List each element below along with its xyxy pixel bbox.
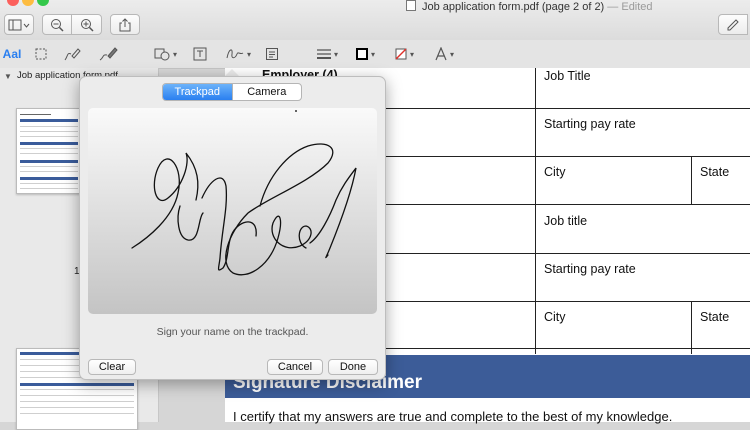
fill-color-tool[interactable]: ▾ — [391, 44, 417, 64]
state-label: State — [700, 165, 730, 179]
page-thumbnail-1[interactable] — [16, 108, 82, 194]
line-style-tool[interactable]: ▾ — [314, 44, 340, 64]
draw-tool[interactable] — [96, 44, 120, 64]
signature-hint: Sign your name on the trackpad. — [156, 326, 309, 338]
zoom-in-icon — [80, 18, 94, 32]
job-title-label: Job Title — [544, 69, 591, 83]
markup-toolbar: AaI ▾ ▾ ▾ ▾ ▾ ▾ — [0, 40, 750, 69]
form-column-divider — [691, 302, 692, 354]
starting-pay-label-2: Starting pay rate — [544, 262, 636, 276]
border-color-tool[interactable]: ▾ — [352, 44, 378, 64]
city-label-2: City — [544, 310, 566, 324]
zoom-window-button[interactable] — [37, 0, 49, 6]
window-title-text: Job application form.pdf (page 2 of 2) — [422, 1, 605, 13]
chevron-down-icon: ▾ — [409, 49, 414, 59]
share-button[interactable] — [110, 14, 140, 35]
share-icon — [119, 17, 131, 31]
done-button[interactable]: Done — [328, 359, 378, 375]
tab-camera[interactable]: Camera — [231, 84, 302, 100]
minimize-window-button[interactable] — [22, 0, 34, 6]
brush-icon — [99, 47, 118, 61]
window-titlebar: Job application form.pdf (page 2 of 2) —… — [0, 0, 750, 40]
sidebar-toggle-icon — [8, 19, 30, 30]
line-style-icon — [316, 49, 331, 59]
sketch-pen-icon — [64, 48, 81, 61]
form-column-divider — [691, 157, 692, 204]
text-selection-tool[interactable]: AaI — [2, 44, 22, 64]
chevron-down-icon: ▾ — [333, 49, 338, 59]
job-title-label-2: Job title — [544, 214, 588, 228]
document-icon — [406, 0, 416, 11]
starting-pay-label: Starting pay rate — [544, 117, 636, 131]
window-title: Job application form.pdf (page 2 of 2) —… — [406, 0, 653, 13]
note-icon — [266, 48, 278, 60]
signature-icon — [226, 49, 244, 59]
pen-icon — [727, 18, 739, 30]
capture-mode-segmented-control: Trackpad Camera — [162, 83, 302, 101]
signature-tool[interactable]: ▾ — [222, 44, 254, 64]
zoom-out-button[interactable] — [42, 14, 72, 35]
sidebar-toggle-button[interactable] — [4, 14, 34, 35]
markup-toolbar-button[interactable] — [718, 14, 748, 35]
font-style-icon — [435, 47, 447, 61]
signature-pad[interactable] — [88, 108, 377, 314]
text-box-tool[interactable] — [189, 44, 211, 64]
zoom-in-button[interactable] — [71, 14, 102, 35]
close-window-button[interactable] — [7, 0, 19, 6]
signature-drawing — [131, 143, 357, 276]
state-label-2: State — [700, 310, 730, 324]
dashed-rect-icon — [35, 48, 47, 60]
fill-color-icon — [395, 48, 407, 60]
text-style-tool[interactable]: ▾ — [430, 44, 458, 64]
tab-trackpad[interactable]: Trackpad — [163, 84, 232, 100]
chevron-down-icon: ▾ — [172, 49, 177, 59]
cancel-button[interactable]: Cancel — [267, 359, 323, 375]
text-box-icon — [193, 47, 207, 61]
rect-selection-tool[interactable] — [32, 44, 50, 64]
disclosure-triangle-icon[interactable]: ▼ — [4, 72, 12, 81]
signature-popover: Trackpad Camera Sign your name on the tr… — [79, 76, 386, 380]
clear-button[interactable]: Clear — [88, 359, 136, 375]
zoom-out-icon — [51, 18, 64, 32]
chevron-down-icon: ▾ — [449, 49, 454, 59]
shapes-icon — [154, 48, 170, 61]
chevron-down-icon: ▾ — [370, 49, 375, 59]
form-column-divider — [535, 68, 536, 354]
shapes-tool[interactable]: ▾ — [150, 44, 180, 64]
border-color-icon — [355, 48, 368, 60]
chevron-down-icon: ▾ — [246, 49, 251, 59]
sketch-tool[interactable] — [62, 44, 82, 64]
city-label: City — [544, 165, 566, 179]
edited-label: — Edited — [607, 1, 653, 13]
note-tool[interactable] — [263, 44, 281, 64]
